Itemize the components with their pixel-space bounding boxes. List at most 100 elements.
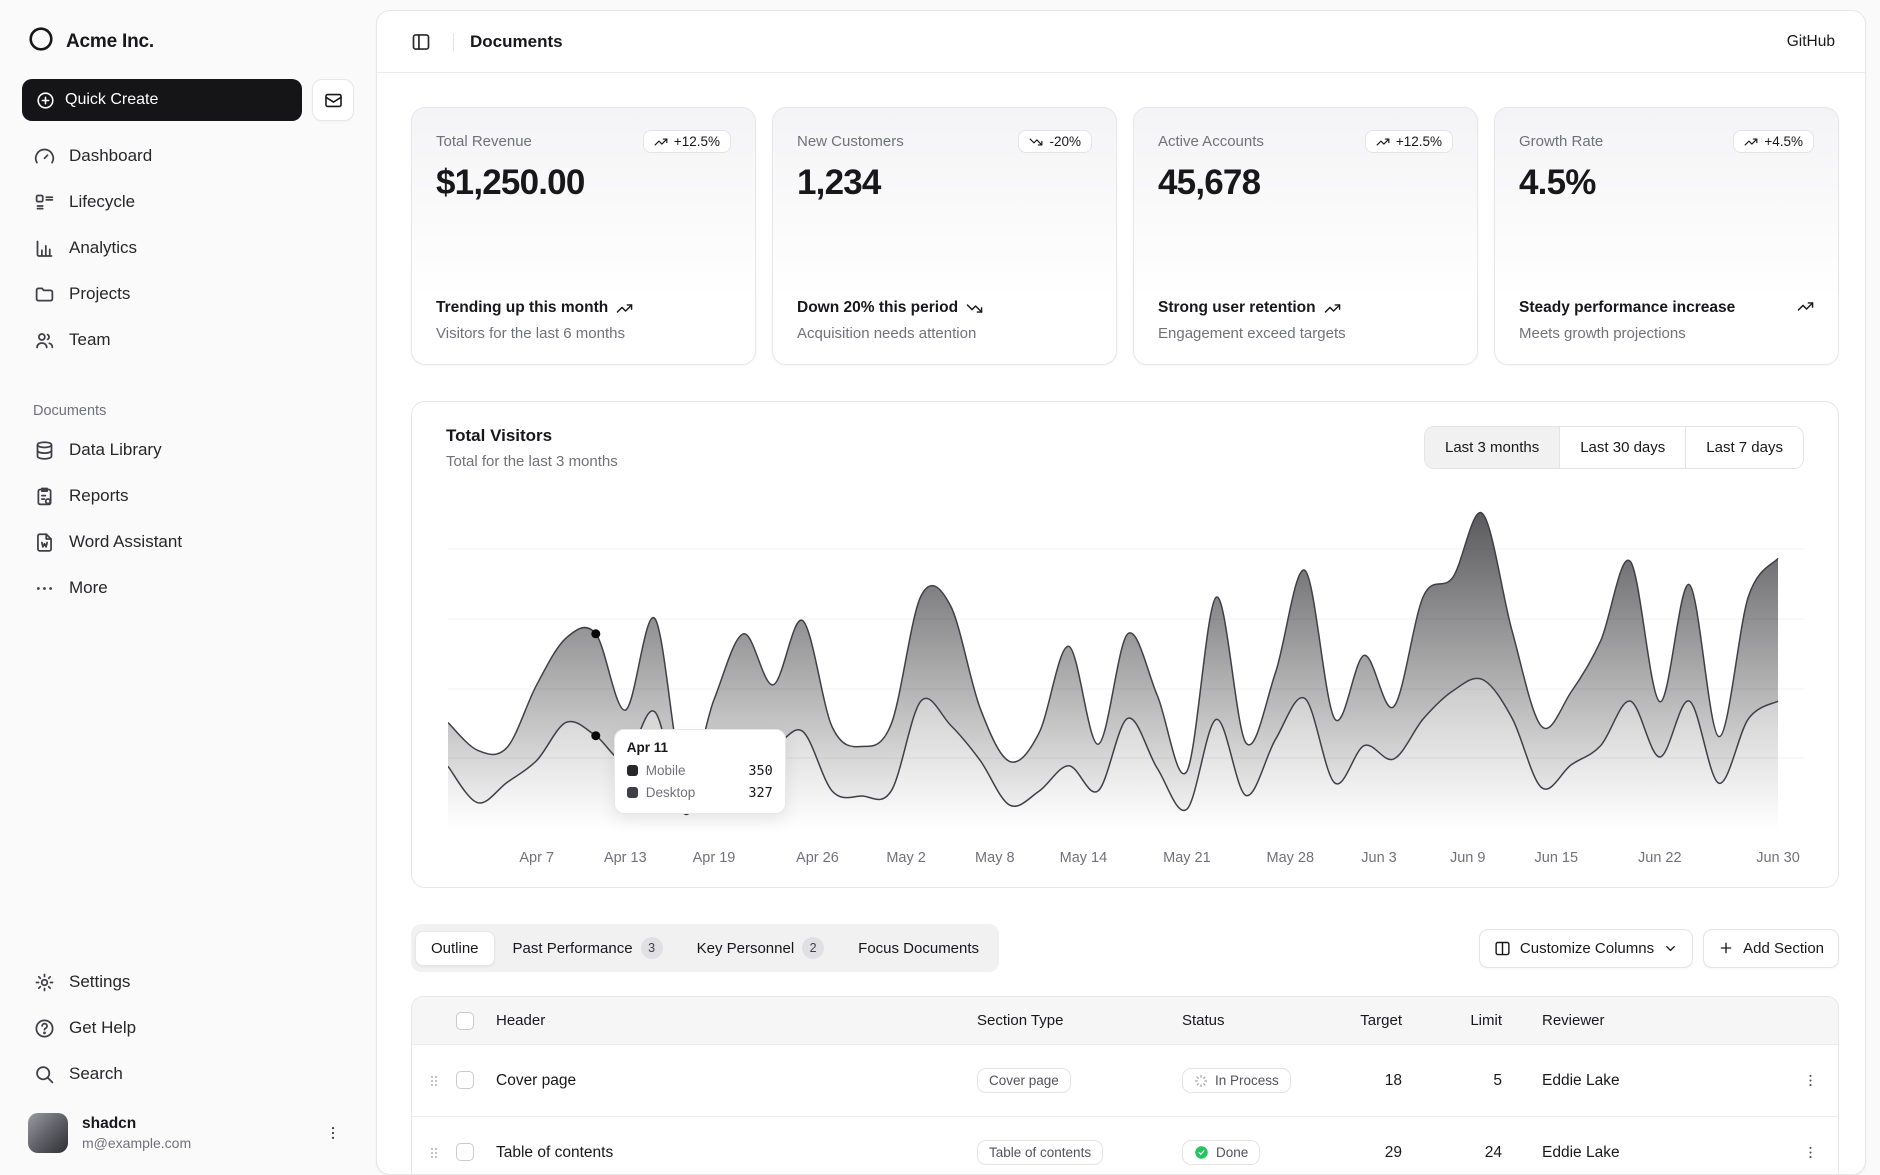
- target-cell[interactable]: 18: [1332, 1072, 1402, 1090]
- mail-icon: [324, 91, 343, 110]
- sidebar-toggle-button[interactable]: [405, 26, 437, 58]
- stat-card-active-accounts: Active Accounts +12.5% 45,678 Strong use…: [1133, 107, 1478, 365]
- row-header-cell[interactable]: Table of contents: [496, 1144, 977, 1162]
- sidebar-item-word-assistant[interactable]: Word Assistant: [22, 519, 354, 565]
- sidebar-item-get-help[interactable]: Get Help: [22, 1005, 354, 1051]
- row-checkbox[interactable]: [456, 1143, 474, 1161]
- svg-text:Jun 9: Jun 9: [1450, 850, 1485, 866]
- tab-past-performance[interactable]: Past Performance 3: [497, 928, 679, 968]
- col-section-type: Section Type: [977, 1012, 1182, 1029]
- row-header-cell[interactable]: Cover page: [496, 1072, 977, 1090]
- limit-cell[interactable]: 5: [1402, 1072, 1502, 1090]
- gear-icon: [33, 972, 55, 993]
- sidebar-item-more[interactable]: More: [22, 565, 354, 611]
- row-actions-kebab-icon[interactable]: [1782, 1144, 1838, 1161]
- section-tabs-row: Outline Past Performance 3 Key Personnel…: [411, 924, 1839, 972]
- chart-area[interactable]: Apr 7Apr 13Apr 19Apr 26May 2May 8May 14M…: [412, 476, 1838, 873]
- table-row[interactable]: Table of contents Table of contents Done…: [412, 1116, 1838, 1174]
- sidebar-item-reports[interactable]: Reports: [22, 473, 354, 519]
- col-limit: Limit: [1402, 1012, 1502, 1029]
- tooltip-series-label: Mobile: [646, 763, 686, 778]
- range-last-3-months[interactable]: Last 3 months: [1425, 427, 1559, 468]
- chevron-down-icon: [1663, 941, 1678, 956]
- quick-create-button[interactable]: Quick Create: [22, 79, 302, 121]
- visitors-area-chart: Apr 7Apr 13Apr 19Apr 26May 2May 8May 14M…: [448, 496, 1808, 871]
- col-target: Target: [1332, 1012, 1402, 1029]
- col-reviewer: Reviewer: [1502, 1012, 1782, 1029]
- trending-up-icon: [1744, 135, 1758, 149]
- desktop-swatch: [627, 787, 638, 798]
- inbox-mail-button[interactable]: [312, 79, 354, 121]
- tab-outline[interactable]: Outline: [415, 931, 495, 966]
- check-circle-icon: [1194, 1145, 1209, 1160]
- chart-title: Total Visitors: [446, 426, 618, 446]
- drag-handle-icon[interactable]: [412, 1145, 456, 1161]
- trending-up-icon: [1797, 298, 1814, 315]
- add-section-button[interactable]: Add Section: [1703, 929, 1839, 968]
- user-menu[interactable]: shadcn m@example.com: [22, 1097, 354, 1157]
- brand[interactable]: Acme Inc.: [22, 22, 354, 71]
- chart-subtitle: Total for the last 3 months: [446, 453, 618, 470]
- svg-text:Jun 3: Jun 3: [1361, 850, 1396, 866]
- reviewer-cell[interactable]: Eddie Lake: [1502, 1144, 1782, 1162]
- stat-card-growth-rate: Growth Rate +4.5% 4.5% Steady performanc…: [1494, 107, 1839, 365]
- clipboard-icon: [33, 486, 55, 507]
- sidebar-item-data-library[interactable]: Data Library: [22, 427, 354, 473]
- sidebar-item-settings[interactable]: Settings: [22, 959, 354, 1005]
- github-link[interactable]: GitHub: [1787, 33, 1835, 51]
- stat-card-footer-title: Trending up this month: [436, 298, 608, 319]
- row-checkbox[interactable]: [456, 1071, 474, 1089]
- stat-card-value: 45,678: [1158, 163, 1453, 203]
- target-cell[interactable]: 29: [1332, 1144, 1402, 1162]
- users-icon: [33, 330, 55, 351]
- topbar-divider: [453, 33, 454, 51]
- tooltip-row-mobile: Mobile 350: [627, 763, 773, 779]
- trending-up-icon: [1376, 135, 1390, 149]
- sidebar-item-label: More: [69, 578, 108, 598]
- sidebar-item-label: Search: [69, 1064, 123, 1084]
- sidebar-item-search[interactable]: Search: [22, 1051, 354, 1097]
- section-type-badge: Table of contents: [977, 1140, 1103, 1165]
- tooltip-series-value: 327: [748, 785, 772, 801]
- tab-focus-documents[interactable]: Focus Documents: [842, 931, 995, 966]
- stat-card-footer-title: Down 20% this period: [797, 298, 958, 319]
- list-todo-icon: [33, 192, 55, 213]
- sidebar-documents-nav: Data Library Reports Word Assistant More: [22, 427, 354, 611]
- sidebar-item-label: Data Library: [69, 440, 162, 460]
- trend-badge: -20%: [1018, 130, 1092, 153]
- app-root: Acme Inc. Quick Create Dashboard: [0, 0, 1880, 1175]
- trend-badge: +12.5%: [1365, 130, 1453, 153]
- select-all-checkbox[interactable]: [456, 1012, 474, 1030]
- user-menu-kebab-icon[interactable]: [318, 1118, 348, 1148]
- panel-left-icon: [411, 32, 431, 52]
- customize-columns-button[interactable]: Customize Columns: [1479, 929, 1693, 968]
- range-last-7-days[interactable]: Last 7 days: [1685, 427, 1803, 468]
- plus-icon: [1718, 940, 1734, 956]
- reviewer-cell[interactable]: Eddie Lake: [1502, 1072, 1782, 1090]
- sidebar-item-projects[interactable]: Projects: [22, 271, 354, 317]
- svg-text:May 21: May 21: [1163, 850, 1211, 866]
- drag-handle-icon[interactable]: [412, 1073, 456, 1089]
- range-last-30-days[interactable]: Last 30 days: [1559, 427, 1685, 468]
- status-badge: Done: [1182, 1140, 1260, 1165]
- table-row[interactable]: Cover page Cover page In Process 18 5 Ed…: [412, 1044, 1838, 1116]
- stat-card-footer-title: Steady performance increase: [1519, 298, 1735, 319]
- tab-count-badge: 3: [641, 937, 663, 959]
- stat-card-footer-desc: Acquisition needs attention: [797, 325, 1092, 342]
- limit-cell[interactable]: 24: [1402, 1144, 1502, 1162]
- sidebar-item-dashboard[interactable]: Dashboard: [22, 133, 354, 179]
- main-panel: Documents GitHub Total Revenue +12.5%: [376, 10, 1866, 1175]
- section-type-badge: Cover page: [977, 1068, 1071, 1093]
- sidebar-item-team[interactable]: Team: [22, 317, 354, 363]
- sidebar-item-lifecycle[interactable]: Lifecycle: [22, 179, 354, 225]
- quick-create-label: Quick Create: [65, 91, 158, 109]
- status-badge: In Process: [1182, 1068, 1291, 1093]
- row-actions-kebab-icon[interactable]: [1782, 1072, 1838, 1089]
- svg-text:Apr 7: Apr 7: [519, 850, 554, 866]
- table-header-row: Header Section Type Status Target Limit …: [412, 997, 1838, 1044]
- tooltip-series-label: Desktop: [646, 785, 696, 800]
- search-icon: [33, 1064, 55, 1085]
- tab-key-personnel[interactable]: Key Personnel 2: [681, 928, 841, 968]
- trending-up-icon: [654, 135, 668, 149]
- sidebar-item-analytics[interactable]: Analytics: [22, 225, 354, 271]
